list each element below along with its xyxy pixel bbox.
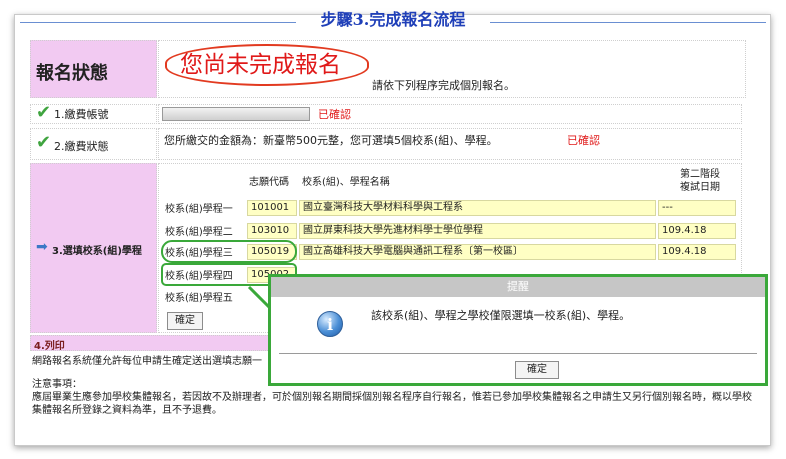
check-icon: ✔	[36, 132, 52, 153]
print-label-cell	[30, 335, 290, 351]
dialog-ok-button[interactable]: 確定	[515, 361, 559, 379]
choices-label: 3.選填校系(組)學程	[52, 246, 142, 257]
not-complete-text: 您尚未完成報名	[180, 52, 341, 78]
choice-1-date: ---	[658, 200, 736, 216]
header-stage2: 第二階段 複試日期	[680, 169, 720, 193]
fee-status-text: 您所繳交的金額為：新臺幣500元整，您可選填5個校系(組)、學程。	[164, 134, 498, 147]
notes-title: 注意事項：	[32, 379, 82, 390]
arrow-right-icon: ➡	[36, 239, 48, 255]
notes-body: 應屆畢業生應參加學校集體報名，若因故不及辦理者，可於個別報名期間採個別報名程序自…	[32, 392, 752, 416]
page-title: 步驟3.完成報名流程	[320, 10, 466, 29]
choice-3-date: 109.4.18	[658, 244, 736, 260]
choice-2-name: 國立屏東科技大學先進材料學士學位學程	[299, 223, 656, 239]
choice-2-label: 校系(組)學程二	[165, 227, 233, 238]
choice-3-highlight	[161, 240, 297, 263]
fee-status-confirmed: 已確認	[567, 134, 600, 147]
header-code: 志願代碼	[249, 177, 289, 188]
print-label: 4.列印	[34, 341, 65, 352]
info-icon: i	[317, 311, 343, 337]
choice-3-name: 國立高雄科技大學電腦與通訊工程系〔第一校區〕	[299, 244, 656, 260]
choice-1-label: 校系(組)學程一	[165, 204, 233, 215]
fee-account-label: 1.繳費帳號	[54, 108, 109, 121]
status-instruction: 請依下列程序完成個別報名。	[372, 79, 515, 92]
fee-status-label: 2.繳費狀態	[54, 140, 109, 153]
alert-dialog: 提醒 i 該校系(組)、學程之學校僅限選填一校系(組)、學程。 確定	[268, 274, 768, 386]
status-label: 報名狀態	[36, 63, 108, 84]
choice-2-date: 109.4.18	[658, 223, 736, 239]
dialog-title: 提醒	[271, 277, 765, 297]
header-name: 校系(組)、學程名稱	[302, 177, 390, 188]
fee-account-field	[162, 107, 310, 121]
choice-1-code-input[interactable]: 101001	[247, 200, 297, 216]
choice-1-name: 國立臺灣科技大學材料科學與工程系	[299, 200, 656, 216]
print-text: 網路報名系統僅允許每位申請生確定送出選填志願一	[32, 356, 262, 367]
choice-2-code-input[interactable]: 103010	[247, 223, 297, 239]
choice-5-label: 校系(組)學程五	[165, 293, 233, 304]
check-icon: ✔	[36, 102, 52, 123]
confirm-choices-button[interactable]: 確定	[167, 312, 203, 330]
fee-account-status: 已確認	[318, 108, 351, 121]
dialog-divider	[279, 353, 757, 354]
dialog-message: 該校系(組)、學程之學校僅限選填一校系(組)、學程。	[371, 309, 631, 322]
